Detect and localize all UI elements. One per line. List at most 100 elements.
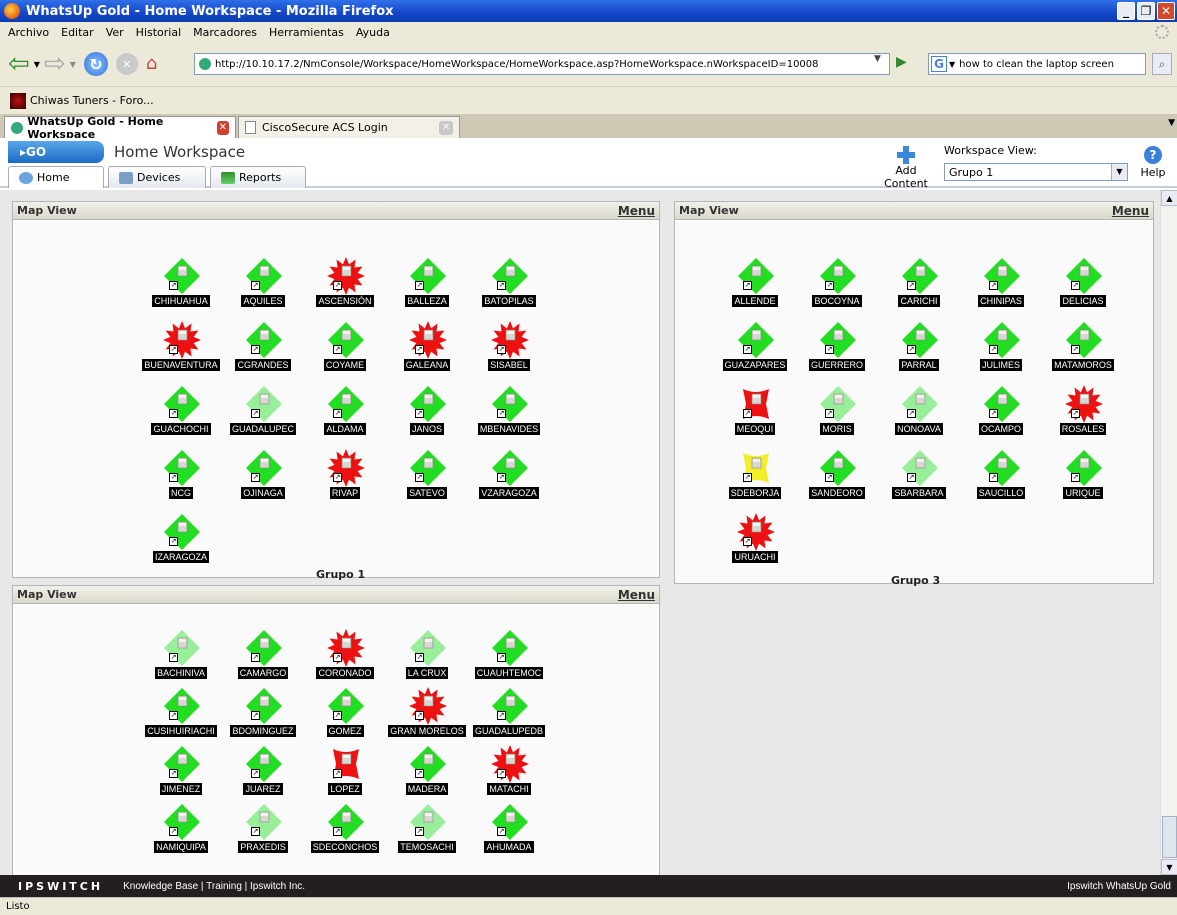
device-node[interactable]: ↗ MORIS xyxy=(797,385,877,441)
close-button[interactable]: ✕ xyxy=(1157,2,1175,20)
menu-marcadores[interactable]: Marcadores xyxy=(193,26,257,39)
device-node[interactable]: ↗ VZARAGOZA xyxy=(469,449,549,505)
device-node[interactable]: ↗ ASCENSIÓN xyxy=(305,257,385,313)
device-node[interactable]: ↗ ALLENDE xyxy=(715,257,795,313)
url-bar[interactable]: http://10.10.17.2/NmConsole/Workspace/Ho… xyxy=(194,53,890,75)
forward-dropdown-icon[interactable]: ▼ xyxy=(70,60,76,69)
device-node[interactable]: ↗ TEMOSACHI xyxy=(387,803,467,859)
device-node[interactable]: ↗ COYAME xyxy=(305,321,385,377)
device-node[interactable]: ↗ CUAUHTEMOC xyxy=(469,629,549,685)
search-icon[interactable]: ⌕ xyxy=(1152,53,1172,75)
tab-devices[interactable]: Devices xyxy=(108,166,206,188)
device-node[interactable]: ↗ SAUCILLO xyxy=(961,449,1041,505)
back-button[interactable]: ⇦ xyxy=(8,51,30,77)
device-node[interactable]: ↗ URIQUE xyxy=(1043,449,1123,505)
device-node[interactable]: ↗ GUACHOCHI xyxy=(141,385,221,441)
panel-menu-button[interactable]: Menu xyxy=(1112,204,1149,218)
footer-links[interactable]: Knowledge Base | Training | Ipswitch Inc… xyxy=(123,881,305,892)
device-node[interactable]: ↗ BDOMINGUEZ xyxy=(223,687,303,743)
device-node[interactable]: ↗ JULIMES xyxy=(961,321,1041,377)
back-dropdown-icon[interactable]: ▼ xyxy=(34,60,40,69)
maximize-button[interactable]: ❐ xyxy=(1137,2,1155,20)
panel-menu-button[interactable]: Menu xyxy=(618,588,655,602)
vertical-scrollbar[interactable]: ▲ ▼ xyxy=(1160,190,1177,875)
device-node[interactable]: ↗ JIMENEZ xyxy=(141,745,221,801)
device-node[interactable]: ↗ MADERA xyxy=(387,745,467,801)
chevron-down-icon[interactable]: ▼ xyxy=(1111,164,1127,180)
device-node[interactable]: ↗ MEOQUI xyxy=(715,385,795,441)
device-node[interactable]: ↗ MATAMOROS xyxy=(1043,321,1123,377)
device-node[interactable]: ↗ BUENAVENTURA xyxy=(141,321,221,377)
workspace-view-select[interactable]: Grupo 1 ▼ xyxy=(944,163,1128,181)
device-node[interactable]: ↗ SANDEORO xyxy=(797,449,877,505)
menu-historial[interactable]: Historial xyxy=(136,26,181,39)
device-node[interactable]: ↗ LA CRUX xyxy=(387,629,467,685)
device-node[interactable]: ↗ GUADALUPEDB xyxy=(469,687,549,743)
add-content-button[interactable]: Add Content xyxy=(872,146,940,190)
device-node[interactable]: ↗ JANOS xyxy=(387,385,467,441)
scroll-up-icon[interactable]: ▲ xyxy=(1161,190,1177,206)
device-node[interactable]: ↗ CGRANDES xyxy=(223,321,303,377)
device-node[interactable]: ↗ NCG xyxy=(141,449,221,505)
google-icon[interactable]: G xyxy=(931,56,947,72)
help-button[interactable]: ? Help xyxy=(1138,146,1168,179)
tab-reports[interactable]: Reports xyxy=(210,166,306,188)
menu-herramientas[interactable]: Herramientas xyxy=(269,26,344,39)
minimize-button[interactable]: _ xyxy=(1117,2,1135,20)
forward-button[interactable]: ⇨ xyxy=(44,51,66,77)
device-node[interactable]: ↗ SDECONCHOS xyxy=(305,803,385,859)
scroll-thumb[interactable] xyxy=(1162,816,1177,858)
device-node[interactable]: ↗ NONOAVA xyxy=(879,385,959,441)
device-node[interactable]: ↗ CARICHI xyxy=(879,257,959,313)
device-node[interactable]: ↗ SATEVO xyxy=(387,449,467,505)
device-node[interactable]: ↗ CHIHUAHUA xyxy=(141,257,221,313)
stop-button[interactable]: ✕ xyxy=(115,53,138,75)
device-node[interactable]: ↗ GALEANA xyxy=(387,321,467,377)
device-node[interactable]: ↗ CORONADO xyxy=(305,629,385,685)
device-node[interactable]: ↗ SDEBORJA xyxy=(715,449,795,505)
menu-archivo[interactable]: Archivo xyxy=(8,26,49,39)
device-node[interactable]: ↗ GUAZAPARES xyxy=(715,321,795,377)
device-node[interactable]: ↗ NAMIQUIPA xyxy=(141,803,221,859)
device-node[interactable]: ↗ IZARAGOZA xyxy=(141,513,221,569)
browser-tab-whatsup[interactable]: WhatsUp Gold - Home Workspace ✕ xyxy=(4,115,236,141)
home-button[interactable]: ⌂ xyxy=(146,53,168,75)
reload-button[interactable]: ↻ xyxy=(83,52,108,76)
menu-ayuda[interactable]: Ayuda xyxy=(356,26,390,39)
device-node[interactable]: ↗ ROSALES xyxy=(1043,385,1123,441)
device-node[interactable]: ↗ SISABEL xyxy=(469,321,549,377)
search-engine-dropdown-icon[interactable]: ▼ xyxy=(949,60,955,69)
device-node[interactable]: ↗ BALLEZA xyxy=(387,257,467,313)
device-node[interactable]: ↗ ALDAMA xyxy=(305,385,385,441)
tab-list-dropdown-icon[interactable]: ▼ xyxy=(1168,118,1175,128)
device-node[interactable]: ↗ SBARBARA xyxy=(879,449,959,505)
device-node[interactable]: ↗ PRAXEDIS xyxy=(223,803,303,859)
device-node[interactable]: ↗ GUADALUPEC xyxy=(223,385,303,441)
device-node[interactable]: ↗ DELICIAS xyxy=(1043,257,1123,313)
search-input[interactable]: G ▼ how to clean the laptop screen xyxy=(928,53,1146,75)
device-node[interactable]: ↗ CAMARGO xyxy=(223,629,303,685)
url-dropdown-icon[interactable]: ▼ xyxy=(874,54,888,72)
device-node[interactable]: ↗ LOPEZ xyxy=(305,745,385,801)
device-node[interactable]: ↗ GOMEZ xyxy=(305,687,385,743)
device-node[interactable]: ↗ OJINAGA xyxy=(223,449,303,505)
go-menu-button[interactable]: ▸ GO xyxy=(8,141,104,163)
close-tab-icon[interactable]: ✕ xyxy=(216,120,229,135)
device-node[interactable]: ↗ CHINIPAS xyxy=(961,257,1041,313)
device-node[interactable]: ↗ GUERRERO xyxy=(797,321,877,377)
device-node[interactable]: ↗ AQUILES xyxy=(223,257,303,313)
device-node[interactable]: ↗ GRAN MORELOS xyxy=(387,687,467,743)
scroll-down-icon[interactable]: ▼ xyxy=(1161,859,1177,875)
device-node[interactable]: ↗ JUAREZ xyxy=(223,745,303,801)
panel-menu-button[interactable]: Menu xyxy=(618,204,655,218)
go-arrow-button[interactable]: ▶ xyxy=(896,54,907,70)
device-node[interactable]: ↗ BACHINIVA xyxy=(141,629,221,685)
device-node[interactable]: ↗ MATACHI xyxy=(469,745,549,801)
tab-home[interactable]: Home xyxy=(8,166,104,188)
device-node[interactable]: ↗ BATOPILAS xyxy=(469,257,549,313)
browser-tab-ciscosecure[interactable]: CiscoSecure ACS Login ✕ xyxy=(238,116,460,138)
device-node[interactable]: ↗ PARRAL xyxy=(879,321,959,377)
device-node[interactable]: ↗ OCAMPO xyxy=(961,385,1041,441)
close-tab-icon[interactable]: ✕ xyxy=(439,120,453,135)
device-node[interactable]: ↗ MBENAVIDES xyxy=(469,385,549,441)
